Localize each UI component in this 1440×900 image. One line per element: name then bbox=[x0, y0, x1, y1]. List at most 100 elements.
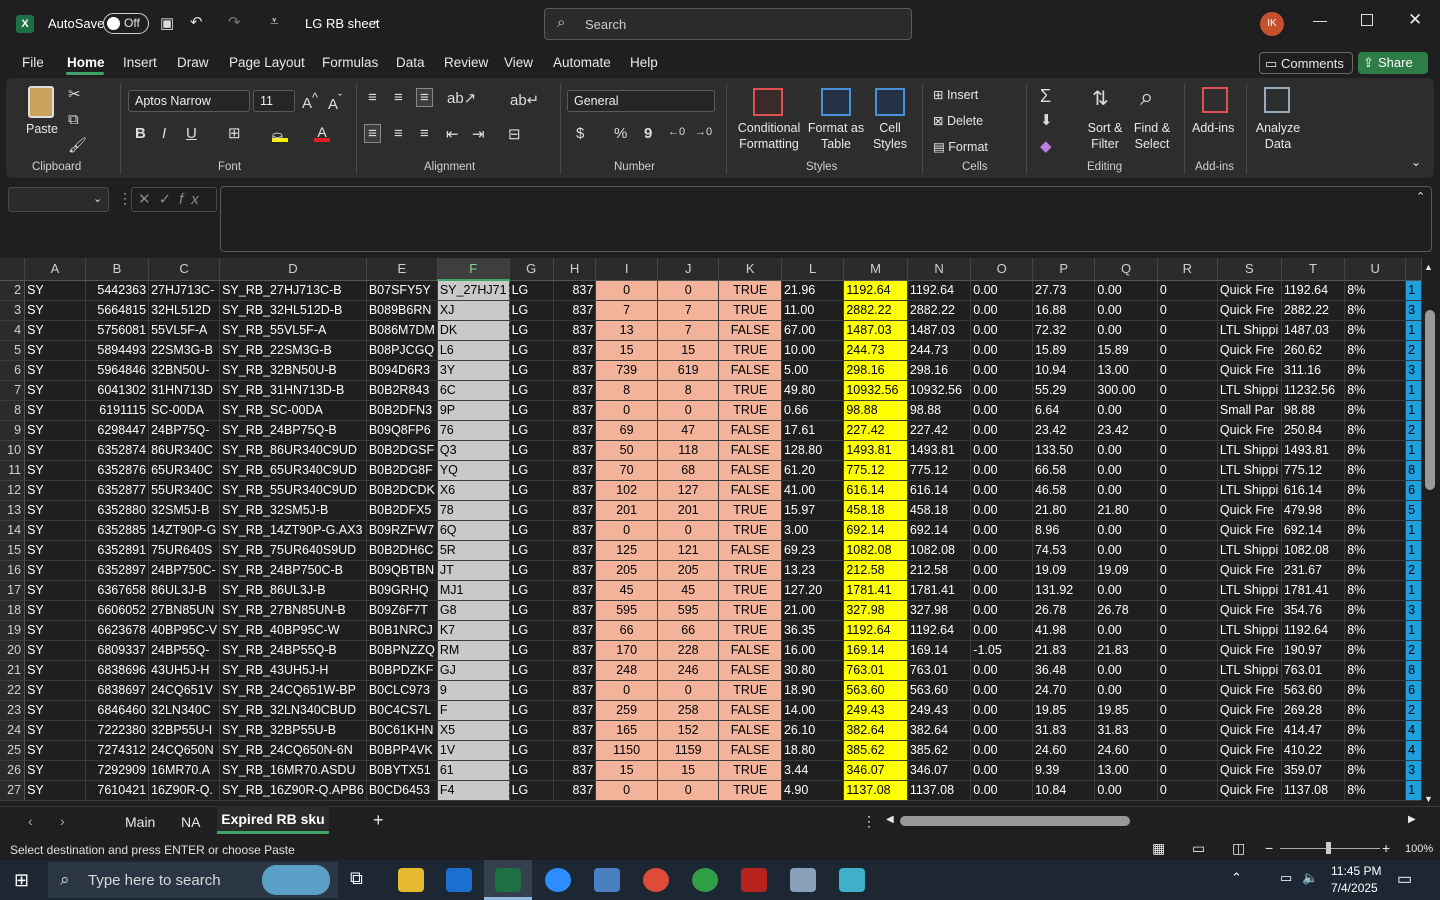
cell-p[interactable]: 19.09 bbox=[1032, 560, 1096, 581]
cell-e[interactable]: B09QBTBN bbox=[366, 560, 438, 581]
wrap-text-icon[interactable]: ab↵ bbox=[510, 91, 539, 109]
cell-e[interactable]: B0BPNZZQ bbox=[366, 640, 438, 661]
cell-nn[interactable]: 382.64 bbox=[907, 720, 972, 741]
page-break-view-icon[interactable]: ◫ bbox=[1232, 840, 1245, 857]
cell-l[interactable]: 30.80 bbox=[781, 660, 845, 681]
cell-f[interactable]: SY_27HJ71 bbox=[436, 280, 510, 301]
cell-a[interactable]: SY bbox=[24, 520, 86, 541]
cell-o[interactable]: 0.00 bbox=[970, 540, 1033, 561]
horizontal-scroll-thumb[interactable] bbox=[900, 816, 1130, 826]
cell-e[interactable]: B094D6R3 bbox=[366, 360, 438, 381]
cell-s[interactable]: Quick Fre bbox=[1217, 680, 1282, 701]
cell-l[interactable]: 3.44 bbox=[781, 760, 845, 781]
cell-q[interactable]: 0.00 bbox=[1094, 480, 1158, 501]
cell-q[interactable]: 0.00 bbox=[1094, 520, 1158, 541]
cell-m[interactable]: 98.88 bbox=[843, 400, 908, 421]
sheet-tab-expired-rb-sku[interactable]: Expired RB sku bbox=[217, 806, 329, 834]
fill-icon[interactable]: ⬇ bbox=[1040, 111, 1053, 129]
cell-f[interactable]: G8 bbox=[436, 600, 510, 621]
row-header[interactable]: 24 bbox=[0, 720, 26, 741]
cell-p[interactable]: 31.83 bbox=[1032, 720, 1096, 741]
cell-g[interactable]: LG bbox=[509, 660, 554, 681]
cell-g[interactable]: LG bbox=[509, 420, 554, 441]
cell-s[interactable]: Quick Fre bbox=[1217, 520, 1282, 541]
cell-b[interactable]: 6838696 bbox=[85, 660, 150, 681]
cell-j[interactable]: 7 bbox=[657, 300, 720, 321]
customize-toolbar-icon[interactable]: ⩡ bbox=[270, 13, 278, 30]
chrome-icon[interactable] bbox=[643, 868, 669, 892]
scroll-left-icon[interactable]: ◀ bbox=[886, 814, 894, 825]
cell-r[interactable]: 0 bbox=[1157, 760, 1218, 781]
cell-o[interactable]: 0.00 bbox=[970, 720, 1033, 741]
cell-c[interactable]: 27HJ713C- bbox=[148, 280, 221, 301]
cell-g[interactable]: LG bbox=[509, 580, 554, 601]
cell-p[interactable]: 133.50 bbox=[1032, 440, 1096, 461]
cell-o[interactable]: 0.00 bbox=[970, 780, 1033, 801]
cell-d[interactable]: SY_RB_55VL5F-A bbox=[219, 320, 367, 341]
cell-v[interactable]: 3 bbox=[1405, 360, 1422, 381]
cell-v[interactable]: 1 bbox=[1405, 520, 1422, 541]
column-header[interactable]: H bbox=[553, 258, 597, 281]
menu-insert[interactable]: Insert bbox=[123, 55, 157, 70]
cell-g[interactable]: LG bbox=[509, 600, 554, 621]
cell-u[interactable]: 8% bbox=[1344, 360, 1407, 381]
cell-h[interactable]: 837 bbox=[553, 740, 597, 761]
cell-h[interactable]: 837 bbox=[553, 660, 597, 681]
cell-v[interactable]: 2 bbox=[1405, 420, 1422, 441]
decrease-font-icon[interactable]: Aˇ bbox=[328, 92, 342, 113]
file-explorer-icon[interactable] bbox=[398, 868, 424, 892]
cell-i[interactable]: 248 bbox=[595, 660, 658, 681]
cell-b[interactable]: 6352876 bbox=[85, 460, 150, 481]
menu-home[interactable]: Home bbox=[67, 55, 105, 70]
column-header[interactable]: A bbox=[24, 258, 86, 281]
decrease-decimal-icon[interactable]: →0 bbox=[695, 126, 712, 138]
cell-nn[interactable]: 249.43 bbox=[907, 700, 972, 721]
menu-draw[interactable]: Draw bbox=[177, 55, 209, 70]
cell-k[interactable]: TRUE bbox=[718, 380, 782, 401]
cell-q[interactable]: 13.00 bbox=[1094, 760, 1158, 781]
cell-e[interactable]: B0B1NRCJ bbox=[366, 620, 438, 641]
menu-automate[interactable]: Automate bbox=[553, 55, 611, 70]
cell-i[interactable]: 15 bbox=[595, 760, 658, 781]
cell-b[interactable]: 6846460 bbox=[85, 700, 150, 721]
cell-d[interactable]: SY_RB_16Z90R-Q.APB6 bbox=[219, 780, 367, 801]
cell-l[interactable]: 21.96 bbox=[781, 280, 845, 301]
cell-h[interactable]: 837 bbox=[553, 440, 597, 461]
conditional-formatting-button[interactable]: Conditional Formatting bbox=[734, 120, 804, 152]
cell-c[interactable]: SC-00DA bbox=[148, 400, 221, 421]
column-header[interactable]: T bbox=[1281, 258, 1346, 281]
cell-nn[interactable]: 10932.56 bbox=[907, 380, 972, 401]
cell-k[interactable]: TRUE bbox=[718, 300, 782, 321]
cell-f[interactable]: Q3 bbox=[436, 440, 510, 461]
cell-j[interactable]: 47 bbox=[657, 420, 720, 441]
column-header[interactable]: D bbox=[219, 258, 367, 281]
cell-q[interactable]: 0.00 bbox=[1094, 320, 1158, 341]
cell-o[interactable]: 0.00 bbox=[970, 680, 1033, 701]
cell-t[interactable]: 1137.08 bbox=[1281, 780, 1346, 801]
cell-g[interactable]: LG bbox=[509, 620, 554, 641]
cell-f[interactable]: 78 bbox=[436, 500, 510, 521]
windows-start-icon[interactable]: ⊞ bbox=[14, 870, 29, 891]
cell-g[interactable]: LG bbox=[509, 540, 554, 561]
filezilla-icon[interactable] bbox=[741, 868, 767, 892]
fill-color-icon[interactable]: ⛀ bbox=[272, 128, 288, 143]
cell-b[interactable]: 5442363 bbox=[85, 280, 150, 301]
cell-j[interactable]: 68 bbox=[657, 460, 720, 481]
cell-i[interactable]: 1150 bbox=[595, 740, 658, 761]
save-icon[interactable]: ▣ bbox=[160, 14, 174, 32]
cell-q[interactable]: 0.00 bbox=[1094, 660, 1158, 681]
column-header[interactable]: L bbox=[781, 258, 845, 281]
comments-button[interactable]: ▭ Comments bbox=[1259, 52, 1353, 74]
cell-f[interactable]: 6Q bbox=[436, 520, 510, 541]
cell-i[interactable]: 0 bbox=[595, 680, 658, 701]
next-sheet-icon[interactable]: › bbox=[60, 813, 65, 829]
cell-f[interactable]: 3Y bbox=[436, 360, 510, 381]
cell-e[interactable]: B0BYTX51 bbox=[366, 760, 438, 781]
cell-e[interactable]: B0B2DFN3 bbox=[366, 400, 438, 421]
cell-b[interactable]: 6298447 bbox=[85, 420, 150, 441]
percent-button[interactable]: % bbox=[614, 125, 627, 142]
cell-b[interactable]: 6352877 bbox=[85, 480, 150, 501]
cell-h[interactable]: 837 bbox=[553, 480, 597, 501]
cell-k[interactable]: FALSE bbox=[718, 640, 782, 661]
cell-f[interactable]: F bbox=[436, 700, 510, 721]
